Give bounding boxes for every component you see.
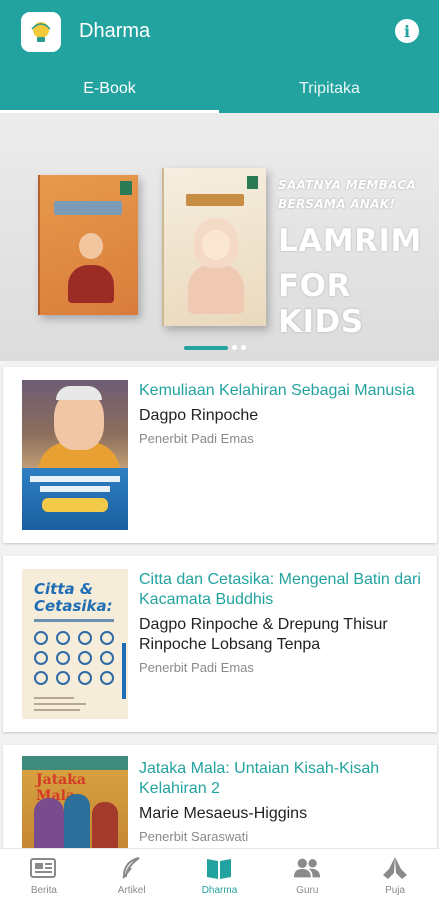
- nav-item-berita[interactable]: Berita: [0, 849, 88, 900]
- banner-subtitle-1: SAATNYA MEMBACA: [278, 178, 417, 192]
- carousel-indicator: [184, 345, 246, 350]
- banner-headline-2: FOR KIDS: [278, 268, 364, 340]
- promo-banner[interactable]: SAATNYA MEMBACA BERSAMA ANAK! LAMRIM FOR…: [0, 113, 439, 361]
- book-cover: Citta & Cetasika:: [22, 569, 128, 719]
- newspaper-icon: [29, 855, 59, 881]
- lamp-logo-icon: [21, 12, 61, 52]
- carousel-dot-active: [184, 345, 228, 350]
- tab-ebook-label: E-Book: [83, 79, 136, 97]
- nav-item-guru[interactable]: Guru: [263, 849, 351, 900]
- book-cover: [22, 380, 128, 530]
- banner-headline-1: LAMRIM: [278, 223, 422, 259]
- feather-icon: [117, 855, 147, 881]
- tab-tripitaka-label: Tripitaka: [299, 79, 360, 97]
- page-title: Dharma: [79, 20, 151, 42]
- book-title: Citta dan Cetasika: Mengenal Batin dari …: [139, 571, 421, 608]
- bottom-navigation: Berita Artikel Dharma Guru Puja: [0, 848, 439, 900]
- book-title: Kemuliaan Kelahiran Sebagai Manusia: [139, 382, 415, 399]
- book-info: Citta dan Cetasika: Mengenal Batin dari …: [139, 570, 424, 676]
- praying-hands-icon: [380, 855, 410, 881]
- nav-label: Berita: [30, 885, 57, 896]
- book-card[interactable]: Kemuliaan Kelahiran Sebagai Manusia Dagp…: [3, 367, 437, 543]
- banner-text: SAATNYA MEMBACA BERSAMA ANAK! LAMRIM FOR…: [278, 176, 428, 340]
- cover-title: Citta & Cetasika:: [34, 580, 113, 615]
- info-icon[interactable]: i: [395, 19, 419, 43]
- book-author: Marie Mesaeus-Higgins: [139, 805, 308, 822]
- nav-label: Puja: [385, 885, 406, 896]
- nav-label: Artikel: [117, 885, 146, 896]
- book-card[interactable]: Jataka Mala Jataka Mala: Untaian Kisah-K…: [3, 745, 437, 900]
- book-title: Jataka Mala: Untaian Kisah-Kisah Kelahir…: [139, 760, 380, 797]
- banner-subtitle-2: BERSAMA ANAK!: [278, 197, 396, 211]
- nav-item-dharma[interactable]: Dharma: [176, 849, 264, 900]
- nav-label: Guru: [296, 885, 319, 896]
- people-icon: [292, 855, 322, 881]
- book-card[interactable]: Citta & Cetasika: Citta dan Cetasika: Me…: [3, 556, 437, 732]
- book-publisher: Penerbit Saraswati: [139, 829, 249, 844]
- tab-ebook[interactable]: E-Book: [0, 64, 219, 113]
- info-glyph: i: [403, 21, 411, 41]
- open-book-icon: [204, 855, 234, 881]
- banner-book-cover-left: [38, 175, 138, 315]
- tab-tripitaka[interactable]: Tripitaka: [220, 64, 439, 113]
- book-publisher: Penerbit Padi Emas: [139, 431, 254, 446]
- book-info: Jataka Mala: Untaian Kisah-Kisah Kelahir…: [139, 759, 424, 845]
- book-info: Kemuliaan Kelahiran Sebagai Manusia Dagp…: [139, 381, 424, 447]
- app-screen: Dharma i E-Book Tripitaka SAATNYA MEMBAC…: [0, 0, 439, 900]
- book-publisher: Penerbit Padi Emas: [139, 660, 254, 675]
- carousel-dot[interactable]: [241, 345, 246, 350]
- cover-script: [42, 498, 108, 512]
- banner-book-cover-right: [162, 168, 266, 326]
- carousel-dot[interactable]: [232, 345, 237, 350]
- book-author: Dagpo Rinpoche: [139, 407, 259, 424]
- book-author: Dagpo Rinpoche & Drepung Thisur Rinpoche…: [139, 616, 388, 653]
- app-bar: Dharma i E-Book Tripitaka: [0, 0, 439, 113]
- nav-item-puja[interactable]: Puja: [351, 849, 439, 900]
- nav-item-artikel[interactable]: Artikel: [88, 849, 176, 900]
- nav-label: Dharma: [201, 885, 238, 896]
